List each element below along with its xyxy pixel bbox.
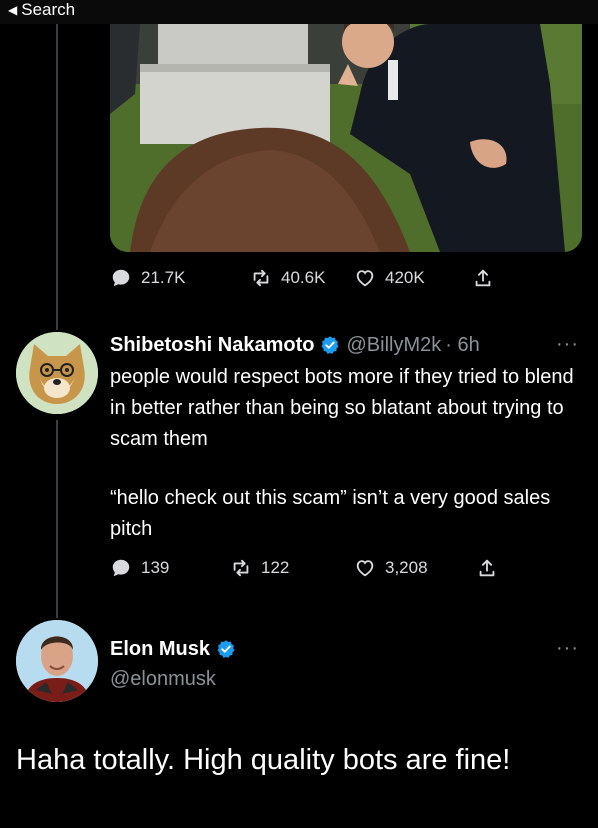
reply-tweet-actions: 139 122 3,208 xyxy=(110,556,590,580)
like-button[interactable]: 3,208 xyxy=(354,556,428,580)
like-count: 3,208 xyxy=(385,558,428,577)
main-tweet-text: Haha totally. High quality bots are fine… xyxy=(16,744,511,776)
thread-line xyxy=(56,24,58,330)
timestamp[interactable]: · 6h xyxy=(445,334,479,357)
verified-badge-icon xyxy=(321,336,339,354)
display-name[interactable]: Elon Musk xyxy=(110,638,210,661)
reply-tweet-text: “hello check out this scam” isn’t a very… xyxy=(110,487,551,540)
heart-icon xyxy=(356,560,374,577)
retweet-icon xyxy=(253,269,269,287)
heart-icon xyxy=(356,270,374,287)
reply-button[interactable]: 139 xyxy=(110,556,169,580)
back-triangle-icon: ◀ xyxy=(8,3,18,17)
reply-count: 21.7K xyxy=(141,268,186,287)
retweet-count: 122 xyxy=(261,558,290,577)
reply-tweet-text: people would respect bots more if they t… xyxy=(110,366,574,450)
reply-count: 139 xyxy=(141,558,170,577)
main-author-row: Elon Musk xyxy=(110,636,242,662)
retweet-button[interactable]: 40.6K xyxy=(250,266,325,290)
handle[interactable]: @elonmusk xyxy=(110,666,216,692)
share-button[interactable] xyxy=(472,266,494,290)
avatar[interactable] xyxy=(16,332,98,414)
reply-button[interactable]: 21.7K xyxy=(110,266,185,290)
reply-author-row: Shibetoshi Nakamoto @BillyM2k · 6h xyxy=(110,332,480,358)
like-button[interactable]: 420K xyxy=(354,266,425,290)
status-bar: ◀ Search xyxy=(0,0,598,24)
handle[interactable]: @BillyM2k xyxy=(346,334,441,357)
reply-icon xyxy=(112,559,130,577)
photo-illustration xyxy=(110,24,582,252)
reply-icon xyxy=(112,269,130,287)
retweet-button[interactable]: 122 xyxy=(230,556,289,580)
more-options-icon[interactable]: ··· xyxy=(556,333,579,356)
verified-badge-icon xyxy=(217,640,235,658)
retweet-icon xyxy=(233,559,249,577)
more-options-icon[interactable]: ··· xyxy=(556,637,579,660)
first-tweet-actions: 21.7K 40.6K 420K xyxy=(110,266,590,290)
display-name[interactable]: Shibetoshi Nakamoto xyxy=(110,334,314,357)
share-icon xyxy=(479,559,495,577)
retweet-count: 40.6K xyxy=(281,268,326,287)
back-label: Search xyxy=(21,0,76,19)
like-count: 420K xyxy=(385,268,425,287)
thread-line xyxy=(56,420,58,618)
share-button[interactable] xyxy=(476,556,498,580)
doge-avatar-illustration xyxy=(16,332,98,414)
elon-avatar-illustration xyxy=(16,620,98,702)
share-icon xyxy=(475,269,491,287)
avatar[interactable] xyxy=(16,620,98,702)
tweet-media-image[interactable] xyxy=(110,24,582,252)
back-to-search-button[interactable]: ◀ Search xyxy=(8,0,75,20)
